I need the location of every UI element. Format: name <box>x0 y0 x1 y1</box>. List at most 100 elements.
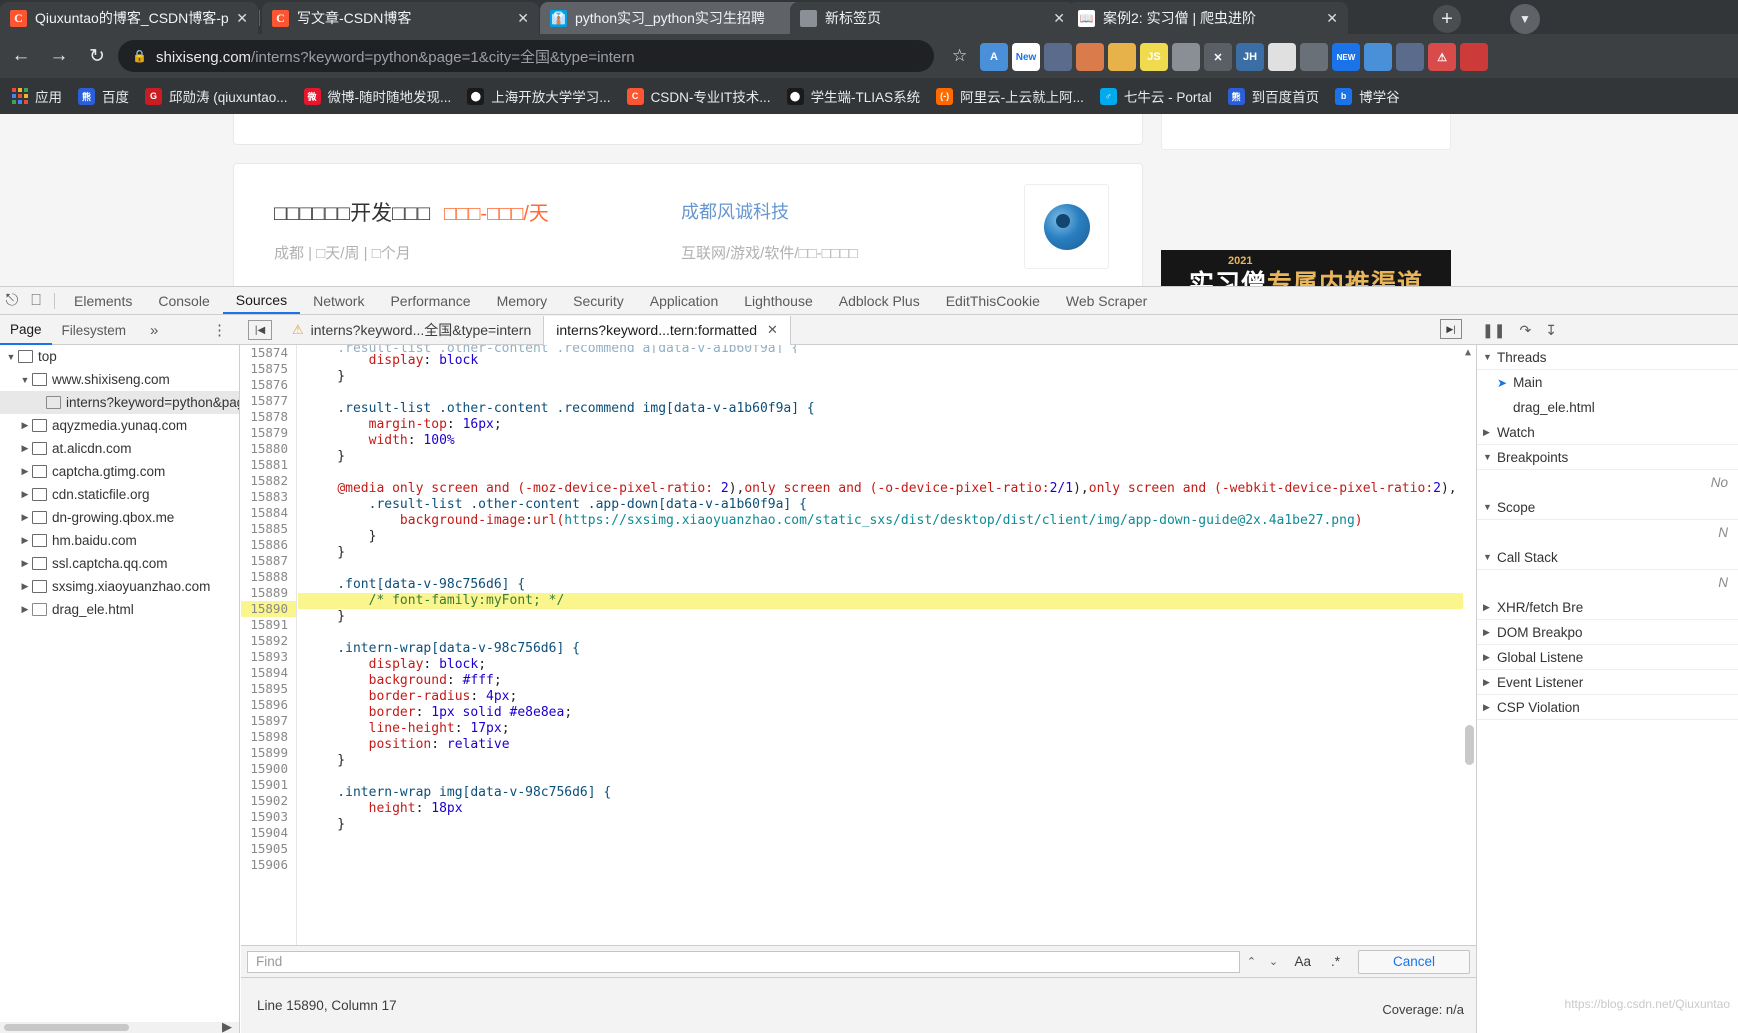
line-number[interactable]: 15883 <box>241 489 296 505</box>
code-line[interactable]: background-image:url(https://sxsimg.xiao… <box>298 513 1476 529</box>
address-bar[interactable]: 🔒 shixiseng.com/interns?keyword=python&p… <box>118 40 934 72</box>
code-line[interactable]: .result-list .other-content .recommend a… <box>298 345 1476 353</box>
file-tree-item[interactable]: ▶ drag_ele.html <box>0 598 239 621</box>
line-number[interactable]: 15897 <box>241 713 296 729</box>
browser-tab[interactable]: 📖 案例2: 实习僧 | 爬虫进阶 ✕ <box>1068 2 1348 34</box>
code-line[interactable]: border-radius: 4px; <box>298 689 1476 705</box>
jh-ext[interactable]: JH <box>1236 43 1264 71</box>
warn-ext[interactable]: ⚠ <box>1428 43 1456 71</box>
code-line[interactable]: background: #fff; <box>298 673 1476 689</box>
browser-tab[interactable]: 新标签页 ✕ <box>790 2 1075 34</box>
source-file-tab[interactable]: interns?keyword...tern:formatted ✕ <box>543 315 791 345</box>
devtools-tab-console[interactable]: Console <box>145 287 222 314</box>
source-file-tab[interactable]: ⚠ interns?keyword...全国&type=intern <box>280 316 543 345</box>
navigator-more-icon[interactable]: » <box>140 316 168 345</box>
chevron-right-icon[interactable]: ▶ <box>18 466 32 477</box>
browser-tab[interactable]: C Qiuxuntao的博客_CSDN博客-p ✕ <box>0 2 258 34</box>
file-tree-item[interactable]: ▶ sxsimg.xiaoyuanzhao.com <box>0 575 239 598</box>
close-source-tab-icon[interactable]: ✕ <box>767 322 778 338</box>
chevron-right-icon[interactable]: ▶ <box>18 581 32 592</box>
debugger-section-csp-violation[interactable]: ▶ CSP Violation <box>1477 695 1738 720</box>
navigator-tab-filesystem[interactable]: Filesystem <box>52 316 137 345</box>
chevron-right-icon[interactable]: ▶ <box>18 535 32 546</box>
reload-button[interactable]: ↻ <box>80 39 114 73</box>
close-tab-icon[interactable]: ✕ <box>236 10 248 27</box>
code-line[interactable]: } <box>298 529 1476 545</box>
new-tab-button[interactable]: + <box>1433 5 1461 33</box>
bookmark-item[interactable]: G 邱勋涛 (qiuxuntao... <box>137 83 296 109</box>
line-number[interactable]: 15900 <box>241 761 296 777</box>
new-ext[interactable]: New <box>1012 43 1040 71</box>
line-number[interactable]: 15877 <box>241 393 296 409</box>
line-number[interactable]: 15902 <box>241 793 296 809</box>
debugger-section-breakpoints[interactable]: ▼ Breakpoints <box>1477 445 1738 470</box>
debugger-section-watch[interactable]: ▶ Watch <box>1477 420 1738 445</box>
navigator-tab-page[interactable]: Page <box>0 316 52 345</box>
chevron-right-icon[interactable]: ▶ <box>18 604 32 615</box>
line-number[interactable]: 15888 <box>241 569 296 585</box>
debugger-section-threads[interactable]: ▼ Threads <box>1477 345 1738 370</box>
chevron-right-icon[interactable]: ▶ <box>18 489 32 500</box>
line-number[interactable]: 15906 <box>241 857 296 873</box>
navigator-menu-icon[interactable]: ⋮ <box>212 321 227 339</box>
file-navigator[interactable]: ▼ top ▼ www.shixiseng.com interns?keyword=py… <box>0 345 240 1033</box>
palette-ext[interactable] <box>1076 43 1104 71</box>
code-line[interactable]: height: 18px <box>298 801 1476 817</box>
chevron-right-icon[interactable]: ▶ <box>18 443 32 454</box>
company-name[interactable]: 成都风诚科技 <box>681 198 789 224</box>
scroll-thumb[interactable] <box>1465 725 1474 765</box>
line-number[interactable]: 15886 <box>241 537 296 553</box>
code-line[interactable]: line-height: 17px; <box>298 721 1476 737</box>
close-tab-icon[interactable]: ✕ <box>1326 10 1338 27</box>
job-card[interactable]: □□□□□□开发□□□ □□□-□□□/天 成都 | □天/周 | □个月 成都风… <box>233 163 1143 286</box>
chevron-right-icon[interactable]: ▶ <box>18 512 32 523</box>
pause-icon[interactable]: ❚❚ <box>1482 322 1505 339</box>
code-line[interactable] <box>298 465 1476 481</box>
code-line[interactable]: } <box>298 545 1476 561</box>
line-number[interactable]: 15875 <box>241 361 296 377</box>
line-number[interactable]: 15893 <box>241 649 296 665</box>
line-number[interactable]: 15876 <box>241 377 296 393</box>
ad-banner[interactable]: 2021 实习僧专属内推渠道 SHIXISENG EXCLUSIVE INTER… <box>1161 250 1451 286</box>
line-number[interactable]: 15898 <box>241 729 296 745</box>
job-title[interactable]: □□□□□□开发□□□ □□□-□□□/天 <box>274 197 549 227</box>
regex-button[interactable]: .* <box>1321 954 1350 969</box>
code-line[interactable] <box>298 561 1476 577</box>
cancel-button[interactable]: Cancel <box>1358 949 1470 974</box>
panel-ext[interactable] <box>1300 43 1328 71</box>
navigator-expand-arrow-icon[interactable]: ▶ <box>222 1019 232 1033</box>
file-tree-item[interactable]: ▶ at.alicdn.com <box>0 437 239 460</box>
file-tree-item[interactable]: ▼ www.shixiseng.com <box>0 368 239 391</box>
orange-ext[interactable] <box>1108 43 1136 71</box>
code-line[interactable]: .result-list .other-content .recommend i… <box>298 401 1476 417</box>
file-tree-item[interactable]: ▶ aqyzmedia.yunaq.com <box>0 414 239 437</box>
match-case-button[interactable]: Aa <box>1284 954 1321 969</box>
device-toolbar-icon[interactable]: ⎕ <box>24 289 48 313</box>
scroll-up-icon[interactable]: ▲ <box>1465 347 1471 358</box>
forward-button[interactable]: → <box>42 39 76 73</box>
thread-main[interactable]: ➤ Main <box>1477 370 1738 395</box>
devtools-tab-memory[interactable]: Memory <box>484 287 561 314</box>
diamond-ext[interactable] <box>1044 43 1072 71</box>
bookmark-item[interactable]: ⬤ 上海开放大学学习... <box>459 83 618 109</box>
devtools-tab-application[interactable]: Application <box>637 287 732 314</box>
inspect-element-icon[interactable]: ⎋ <box>0 289 24 313</box>
code-line[interactable]: } <box>298 609 1476 625</box>
bookmark-item[interactable]: ♂ 七牛云 - Portal <box>1092 83 1220 109</box>
line-number[interactable]: 15895 <box>241 681 296 697</box>
file-tree-item[interactable]: ▶ captcha.gtimg.com <box>0 460 239 483</box>
file-tree-item[interactable]: ▶ cdn.staticfile.org <box>0 483 239 506</box>
x-ext[interactable]: ✕ <box>1204 43 1232 71</box>
line-number[interactable]: 15889 <box>241 585 296 601</box>
chevron-down-icon[interactable]: ▼ <box>4 352 18 362</box>
js-ext[interactable]: JS <box>1140 43 1168 71</box>
line-number[interactable]: 15880 <box>241 441 296 457</box>
file-tree-item[interactable]: ▶ ssl.captcha.qq.com <box>0 552 239 575</box>
close-tab-icon[interactable]: ✕ <box>517 10 529 27</box>
code-line[interactable] <box>298 833 1476 849</box>
step-over-icon[interactable]: ↷ <box>1519 322 1531 339</box>
job-card-partial[interactable]: 免费零食团队旅游生日福利可转正实习用RubyOnRails快乐编程，互联网电..… <box>233 114 1143 145</box>
code-line[interactable]: .result-list .other-content .app-down[da… <box>298 497 1476 513</box>
devtools-tab-editthiscookie[interactable]: EditThisCookie <box>933 287 1053 314</box>
line-number[interactable]: 15878 <box>241 409 296 425</box>
